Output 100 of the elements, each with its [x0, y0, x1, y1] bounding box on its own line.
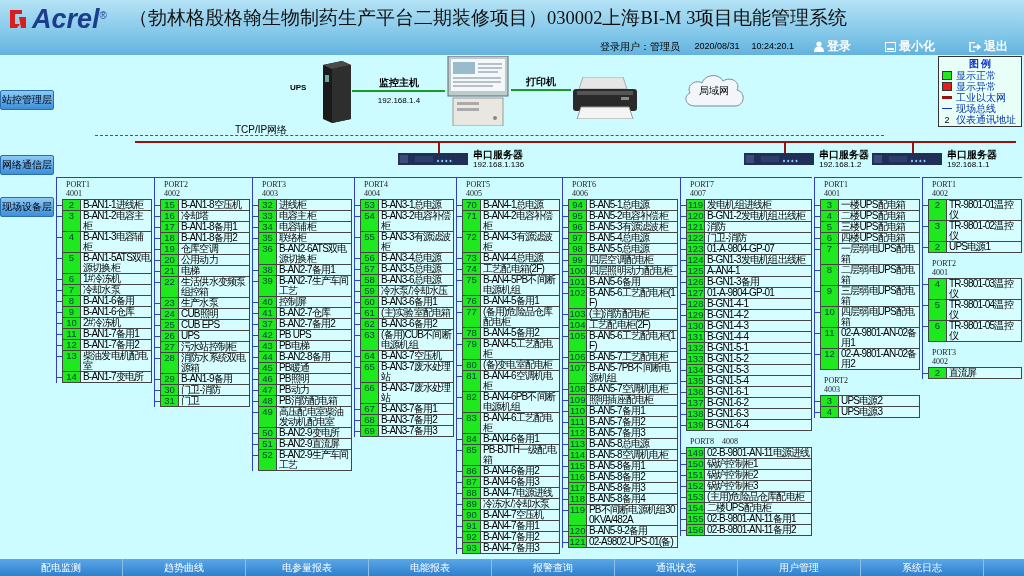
device-address: 3: [63, 211, 81, 231]
device-name: 02-A9802-UPS-01(备): [588, 537, 675, 547]
ip-address: 192.168.1.4: [377, 95, 421, 106]
device-name: 消防水系统双电源箱: [180, 353, 247, 373]
port-number: 4005: [466, 189, 483, 198]
device-address: 77: [463, 307, 481, 327]
ups-drawing: [320, 59, 353, 123]
device-name: 冷却水泵: [82, 285, 121, 295]
device-name: B-AN2-7备用2: [278, 319, 337, 329]
device-name: B-AN3-4总电源: [380, 253, 443, 263]
device-name: 门卫-消防: [180, 385, 221, 395]
device-name: B-AN2-7生产车间工艺: [278, 276, 350, 296]
device-address: 55: [361, 232, 379, 252]
device-name: 直流屏: [948, 368, 978, 378]
device-address: 93: [463, 543, 481, 553]
device-name: B-AN3-6总电源: [380, 275, 443, 285]
device-name: B-AN2-6ATS双电源切换柜: [278, 244, 348, 264]
port-name: PORT2: [164, 180, 189, 189]
device-name: B-GN1-5-1: [706, 343, 750, 353]
device-name: B-AN2-7备用1: [278, 265, 336, 275]
device-name: B-AN5-6工艺配电柜(1F): [588, 331, 677, 351]
device-name: B-AN1-7备用1: [82, 329, 141, 339]
device-name: A-AN4-1: [706, 266, 741, 276]
device-name: B-AN1-5ATS双电源切换柜: [82, 253, 151, 273]
port-number: 4002: [164, 189, 181, 198]
serial-server-drawing: [744, 153, 815, 165]
device-name: (主用)危险品仓库配电柜: [706, 492, 806, 502]
device-name: B-GN1-5-4: [706, 376, 750, 386]
device-name: B-AN4-5备用2: [482, 328, 541, 338]
device-name: B-AN1-3电容辅柜: [82, 232, 145, 252]
device-name: B-AN1-6仓库: [82, 307, 136, 317]
legend-label: 仪表通讯地址: [956, 114, 1016, 125]
server-label: 串口服务器: [473, 149, 524, 160]
port-number: 4003: [824, 385, 841, 394]
device-name: UPS电源2: [840, 396, 884, 406]
port-number: 4001: [66, 189, 83, 198]
device-address: 69: [361, 426, 379, 436]
device-name: 02-A-9801-AN-02备用1: [840, 328, 918, 348]
device-name: B-AN2-9直流屏: [278, 439, 341, 449]
device-address: 8: [821, 265, 839, 285]
device-name: B-GN1-4-2: [706, 310, 750, 320]
device-name: B-AN5-8备用4: [588, 494, 646, 504]
device-address: 6: [929, 321, 947, 341]
device-address: 156: [687, 525, 705, 535]
device-name: B-AN3-2电容补偿柜: [380, 211, 452, 231]
device-name: B-AN3-7废水处理站: [380, 362, 452, 382]
device-name: TR-9801-04温控仪: [948, 300, 1015, 320]
device-name: B-GN1-4-3: [706, 321, 750, 331]
fault-status-icon: [942, 82, 952, 91]
device-name: 柴油发电机配电室: [82, 351, 149, 371]
device-name: B-AN1-7变电所: [82, 372, 145, 382]
legend-title: 图 例: [967, 58, 993, 70]
device-name: (主)实验室配电箱: [380, 308, 452, 318]
port-name: PORT8: [690, 437, 714, 446]
device-name: B-AN4-5PB不间断电源机组: [482, 275, 557, 295]
device-name: B-GN1-6-3: [706, 409, 750, 419]
device-name: TR-9801-05温控仪: [948, 321, 1015, 341]
device-address: 66: [361, 383, 379, 403]
device-name: B-AN1-6备用: [82, 296, 136, 306]
device-name: B-AN4-1总电源: [482, 200, 545, 210]
device-address: 10: [821, 307, 839, 327]
device-name: B-AN4-5工艺配电柜: [482, 339, 554, 359]
fieldbus-line-icon: [942, 108, 952, 109]
device-name: B-AN4-4总电源: [482, 253, 545, 263]
device-name: B-AN3-7空压机: [380, 351, 443, 361]
server-label: 串口服务器: [819, 149, 870, 160]
window-title: （勃林格殷格翰生物制药生产平台二期装修项目）030002上海BI-M 3项目电能管理系统: [128, 7, 848, 31]
device-name: 三层弱电UPS配电箱: [840, 286, 916, 306]
device-address: 54: [361, 211, 379, 231]
printer-drawing: [571, 77, 640, 119]
port-name: PORT2: [824, 376, 849, 385]
device-name: 冷冻水/冷却水泵: [482, 499, 550, 509]
device-name: 高压配电室柴油发动机配电室: [278, 407, 345, 427]
device-address: 31: [161, 396, 179, 406]
device-name: 02-A-9801-AN-02备用2: [840, 349, 918, 369]
device-name: PB暖通: [278, 363, 311, 373]
layer-button[interactable]: 网络通信层: [0, 155, 54, 175]
device-name: PB照明: [278, 374, 311, 384]
layer-button[interactable]: 现场设备层: [0, 197, 54, 217]
device-name: 工艺配电箱(2F): [482, 264, 545, 274]
device-address: 72: [463, 232, 481, 252]
device-address: 119: [569, 505, 587, 525]
device-name: B-AN1-9备用: [180, 374, 234, 384]
device-name: B-AN5-1总电源: [588, 200, 651, 210]
device-name: 01-A-9804-GP-07: [706, 244, 776, 254]
server-label: 串口服务器: [947, 149, 998, 160]
device-address: 49: [259, 407, 277, 427]
device-name: B-GN1-6-1: [706, 387, 750, 397]
device-name: B-AN1-8备用2: [180, 233, 239, 243]
port-number: 4008: [721, 437, 738, 446]
device-name: 锅炉控制柜2: [706, 470, 759, 480]
device-name: 01-A-9804-GP-01: [706, 288, 776, 298]
device-name: B-AN5-7空调机电柜: [588, 384, 670, 394]
layer-button[interactable]: 站控管理层: [0, 90, 54, 110]
device-address: 39: [259, 276, 277, 296]
ip-address: 192.168.1.136: [473, 160, 525, 170]
device-name: B-AN1-1进线柜: [82, 200, 145, 210]
legend-label: 工业以太网: [956, 92, 1006, 103]
device-name: CUB照明: [180, 309, 220, 319]
device-address: 2: [929, 200, 947, 220]
